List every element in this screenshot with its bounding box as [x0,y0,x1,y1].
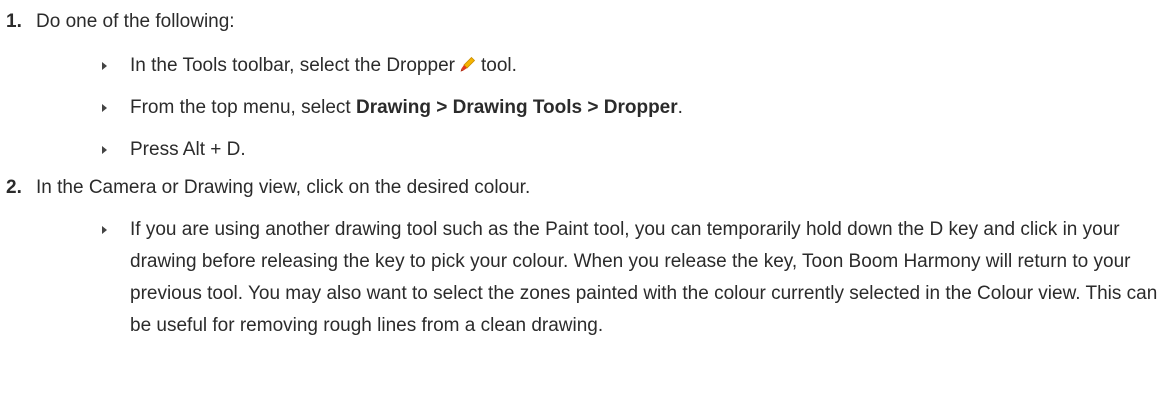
list-item: From the top menu, select Drawing > Draw… [102,92,1171,124]
step-text: Do one of the following: [36,11,235,32]
dropper-icon [459,52,477,72]
step-text: In the Camera or Drawing view, click on … [36,177,531,198]
procedure-steps: 1. Do one of the following: In the Tools… [0,0,1171,342]
step-2: 2. In the Camera or Drawing view, click … [6,172,1171,342]
option-text-after: . [677,97,683,118]
note-text: If you are using another drawing tool su… [130,219,1158,336]
step-2-notes: If you are using another drawing tool su… [36,214,1171,342]
option-text: Press Alt + D. [130,139,246,160]
list-item: In the Tools toolbar, select the Dropper… [102,50,1171,82]
step-1: 1. Do one of the following: In the Tools… [6,6,1171,166]
menu-path: Drawing > Drawing Tools > Dropper [356,97,678,118]
step-1-options: In the Tools toolbar, select the Dropper… [36,50,1171,166]
option-text-after: tool. [480,55,517,76]
list-item: If you are using another drawing tool su… [102,214,1171,342]
option-text-before: From the top menu, select [130,97,356,118]
step-number: 1. [6,11,22,32]
bullet-icon [102,62,107,70]
bullet-icon [102,226,107,234]
option-text-before: In the Tools toolbar, select the Dropper [130,55,455,76]
bullet-icon [102,104,107,112]
step-number: 2. [6,177,22,198]
list-item: Press Alt + D. [102,134,1171,166]
bullet-icon [102,146,107,154]
